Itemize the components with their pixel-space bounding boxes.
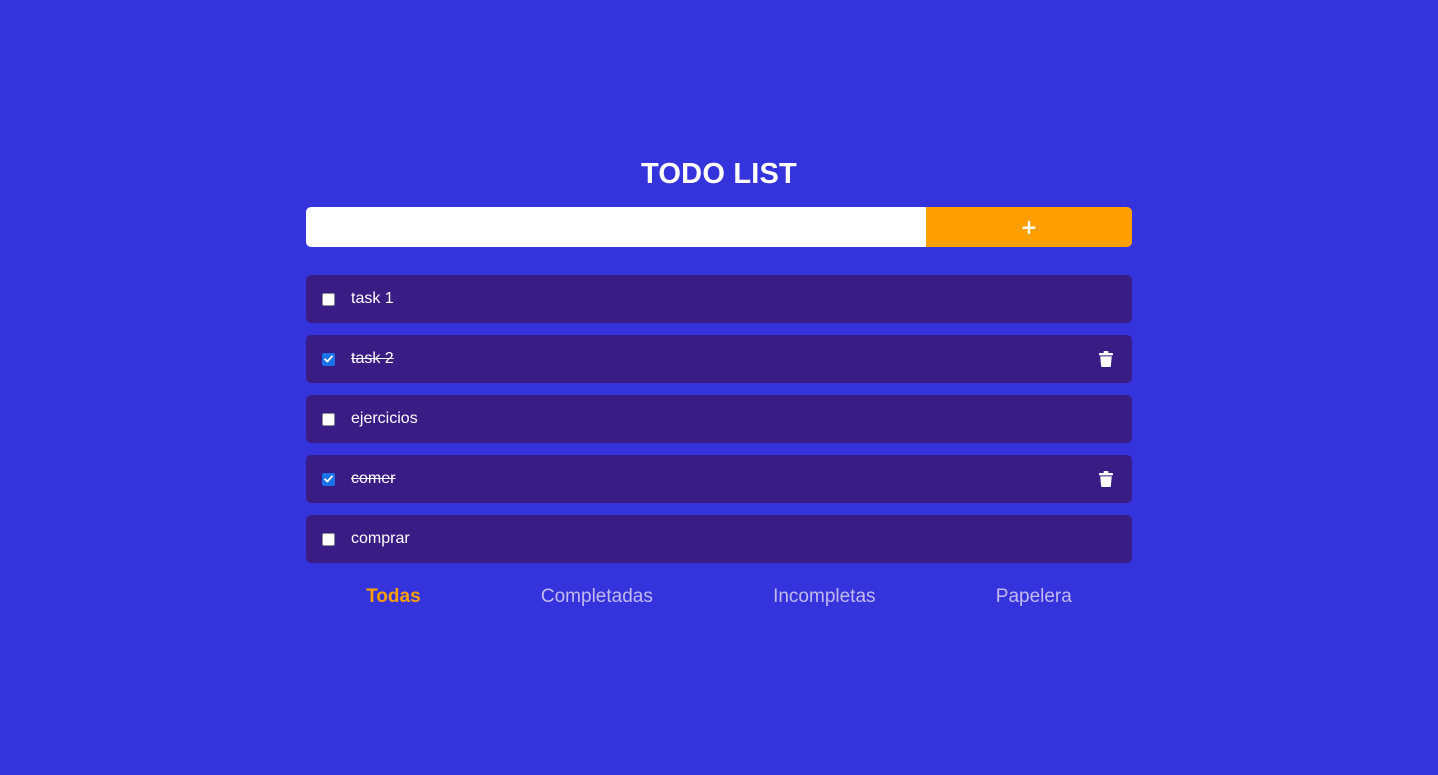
todo-item: task 1 xyxy=(306,275,1132,323)
todo-checkbox[interactable] xyxy=(322,352,335,366)
todo-text: task 2 xyxy=(351,350,394,367)
todo-checkbox[interactable] xyxy=(322,532,335,546)
todo-item: comer xyxy=(306,455,1132,503)
trash-icon[interactable] xyxy=(1099,351,1113,367)
todo-checkbox[interactable] xyxy=(322,412,335,426)
todo-item: comprar xyxy=(306,515,1132,563)
todo-text: comprar xyxy=(351,530,410,547)
checkmark-icon xyxy=(324,475,333,483)
checkmark-icon xyxy=(324,355,333,363)
todo-item: ejercicios xyxy=(306,395,1132,443)
add-todo-form: + xyxy=(306,207,1132,247)
todo-item: task 2 xyxy=(306,335,1132,383)
filter-incomplete[interactable]: Incompletas xyxy=(773,585,875,609)
todo-text: comer xyxy=(351,470,396,487)
todo-checkbox[interactable] xyxy=(322,472,335,486)
filter-tabs: Todas Completadas Incompletas Papelera xyxy=(306,585,1132,609)
todo-checkbox[interactable] xyxy=(322,292,335,306)
todo-text: task 1 xyxy=(351,290,394,307)
filter-completed[interactable]: Completadas xyxy=(541,585,653,609)
page-title: TODO LIST xyxy=(641,158,797,190)
filter-all[interactable]: Todas xyxy=(366,585,421,609)
filter-trash[interactable]: Papelera xyxy=(996,585,1072,609)
add-todo-button[interactable]: + xyxy=(926,207,1132,247)
trash-icon[interactable] xyxy=(1099,471,1113,487)
todo-list: task 1 task 2 ejercicios comer comprar xyxy=(306,275,1132,563)
todo-app: TODO LIST + task 1 task 2 ejercicios com… xyxy=(306,150,1132,609)
todo-text: ejercicios xyxy=(351,410,418,427)
new-todo-input[interactable] xyxy=(306,207,926,247)
